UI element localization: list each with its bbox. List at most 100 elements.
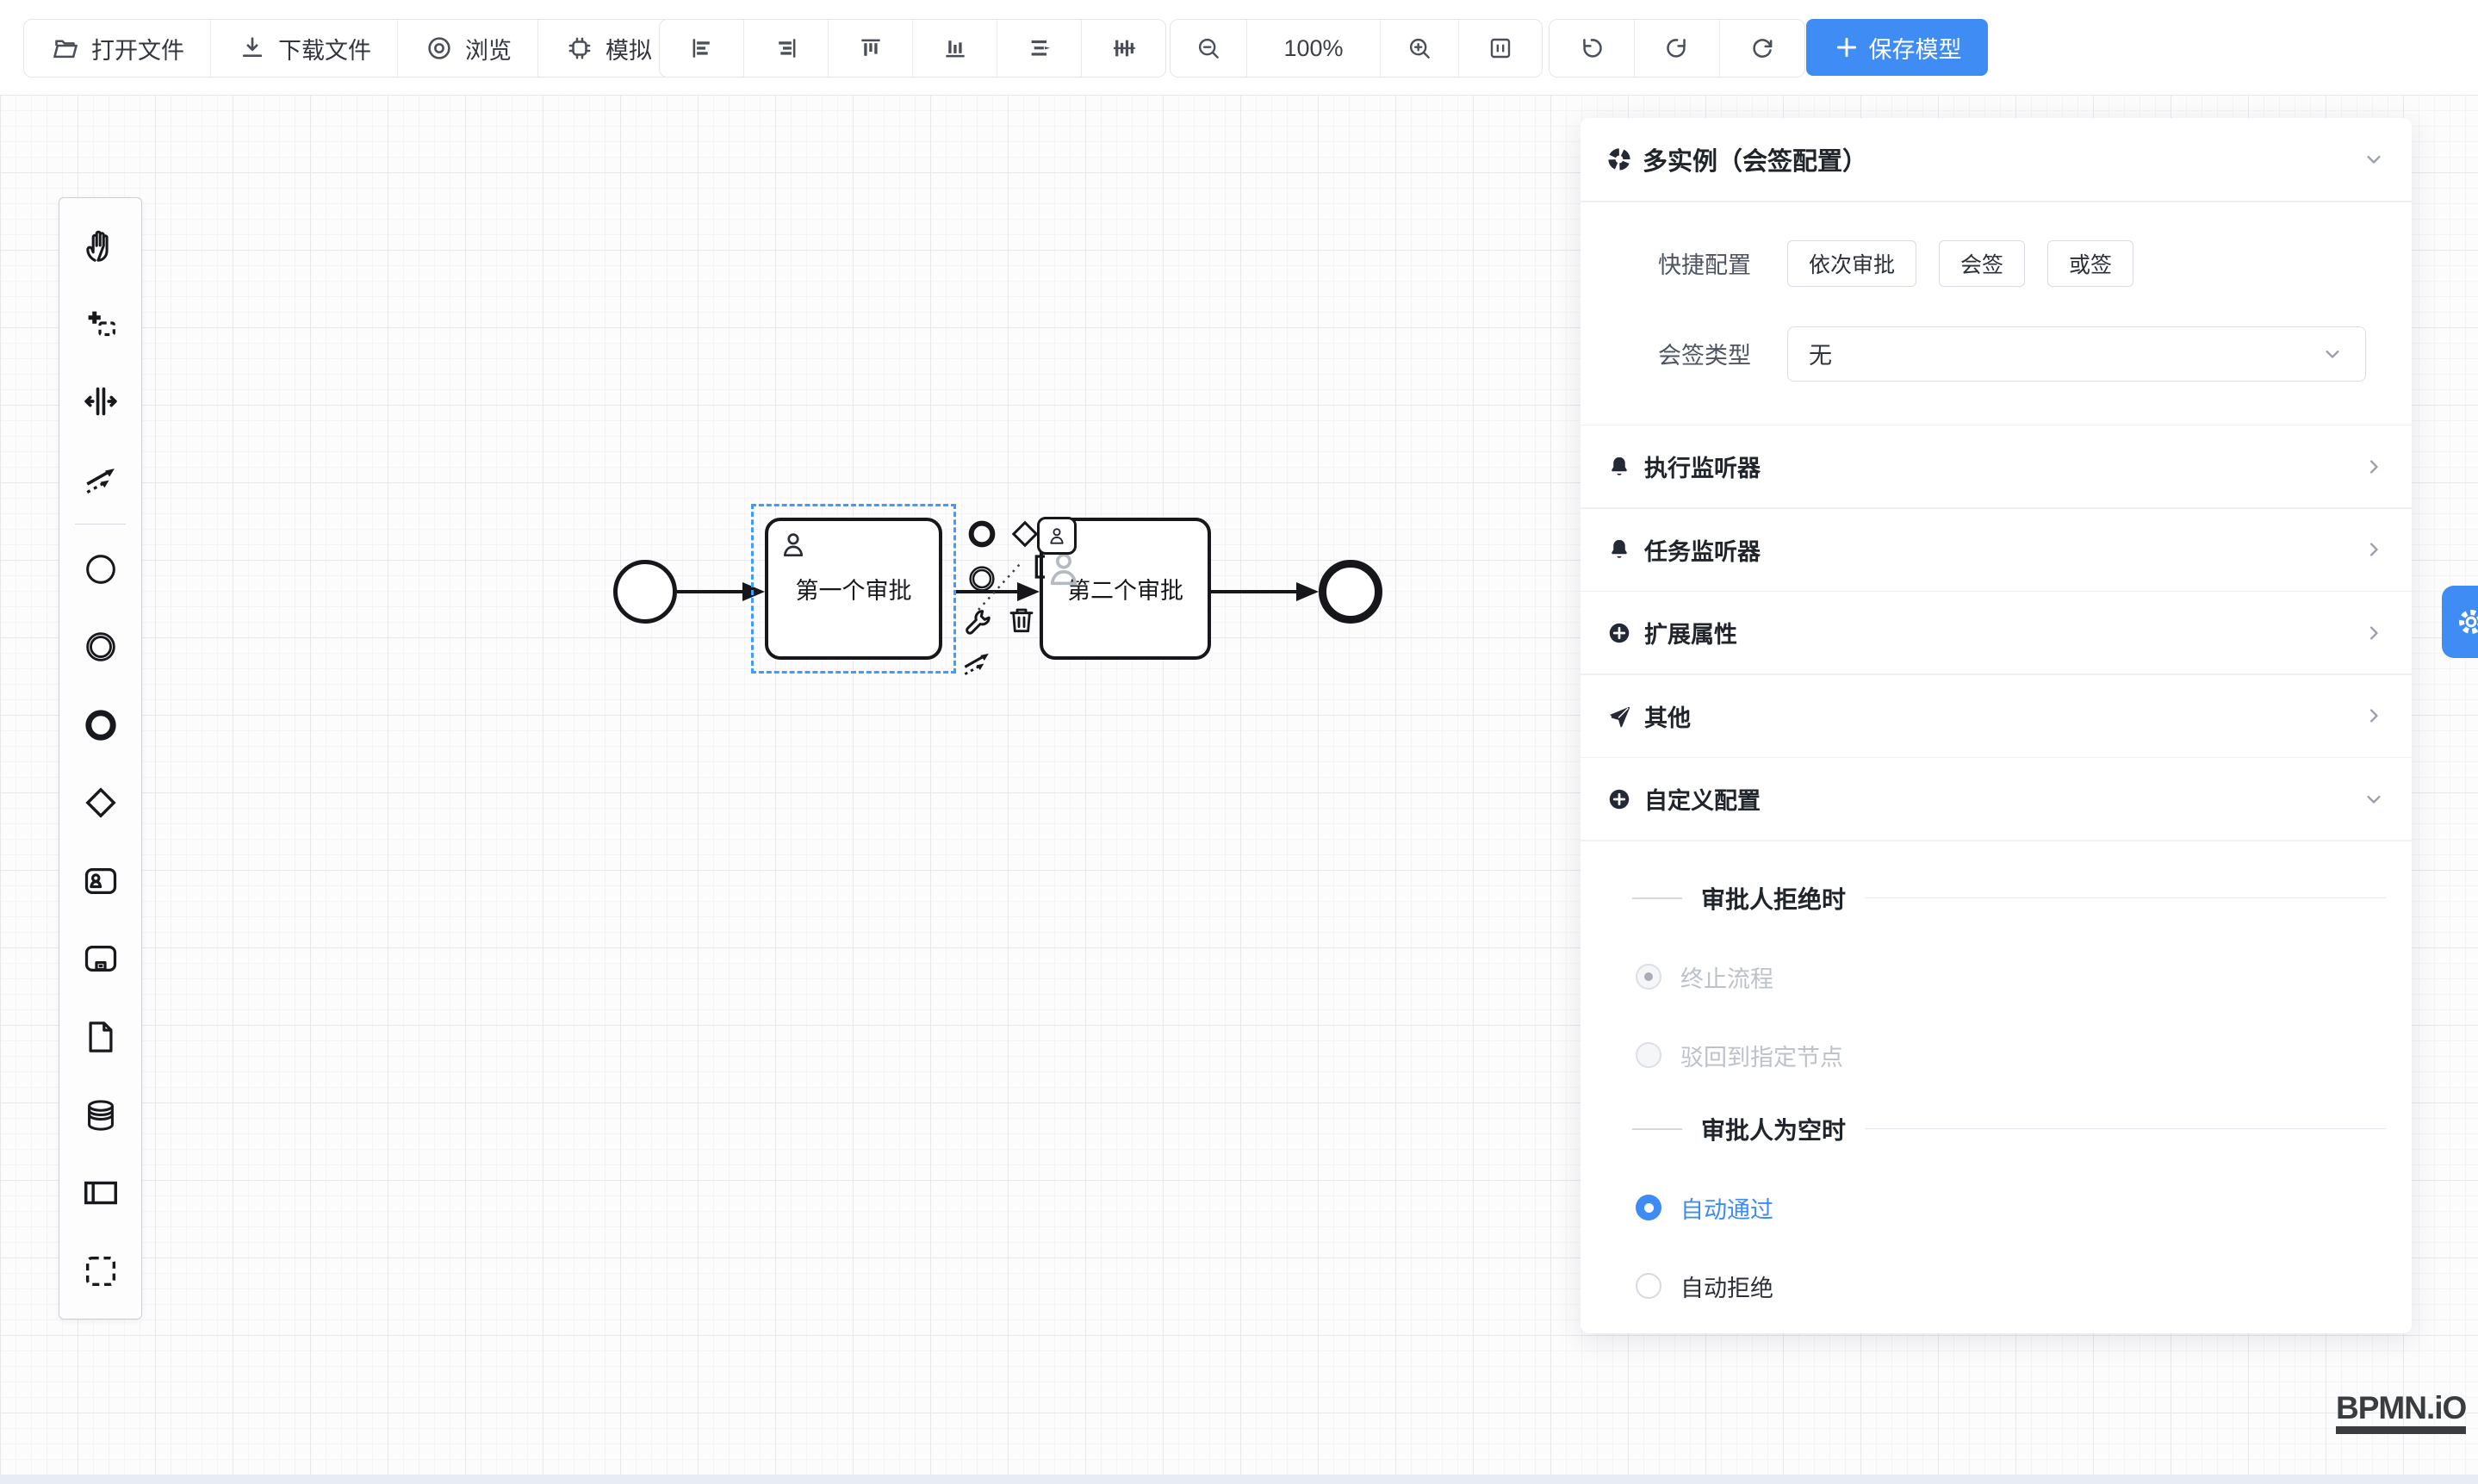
countersign-type-select[interactable]: 无 [1787, 326, 2366, 382]
properties-panel: 多实例（会签配置） 快捷配置 依次审批 会签 或签 会签类型 无 执行监听器 [1581, 118, 2412, 1333]
file-button-group: 打开文件 下载文件 浏览 模拟 [23, 19, 679, 78]
divider [1581, 840, 2412, 841]
quick-option-orsign-button[interactable]: 或签 [2047, 240, 2133, 287]
chevron-right-icon [2362, 704, 2386, 728]
section-other[interactable]: 其他 [1581, 675, 2412, 757]
bell-icon [1606, 537, 1632, 562]
align-center-horizontal-button[interactable] [997, 20, 1081, 77]
space-tool-icon [81, 382, 121, 421]
dash [1632, 1128, 1682, 1130]
start-event-icon [81, 550, 121, 589]
line [1865, 897, 2386, 899]
download-icon [237, 33, 268, 64]
countersign-type-row: 会签类型 无 [1581, 326, 2412, 382]
radio-auto-reject[interactable]: 自动拒绝 [1636, 1270, 2412, 1303]
create-participant-pool[interactable] [59, 1154, 141, 1233]
create-user-task[interactable] [59, 842, 141, 921]
chevron-down-icon[interactable] [2362, 147, 2386, 171]
zoom-in-button[interactable] [1380, 20, 1458, 77]
lasso-icon [81, 304, 121, 344]
settings-tab[interactable] [2442, 586, 2478, 658]
zoom-button-group: 100% [1170, 19, 1543, 78]
create-end-event[interactable] [59, 686, 141, 764]
append-user-task-badge[interactable] [1037, 517, 1077, 555]
open-file-button[interactable]: 打开文件 [24, 20, 210, 77]
create-data-object[interactable] [59, 998, 141, 1077]
radio-auto-pass[interactable]: 自动通过 [1636, 1191, 2412, 1225]
create-gateway[interactable] [59, 764, 141, 842]
align-left-button[interactable] [660, 20, 743, 77]
global-connect-tool[interactable] [59, 441, 141, 519]
download-file-button[interactable]: 下载文件 [210, 20, 397, 77]
space-tool[interactable] [59, 363, 141, 441]
intermediate-event-icon [965, 562, 999, 596]
section-extended-properties[interactable]: 扩展属性 [1581, 592, 2412, 674]
create-data-store[interactable] [59, 1076, 141, 1154]
zoom-out-icon [1195, 34, 1222, 62]
section-task-listener[interactable]: 任务监听器 [1581, 509, 2412, 591]
append-end-event-icon[interactable] [963, 515, 1001, 553]
section-label: 其他 [1644, 699, 2350, 733]
radio-circle [1636, 1273, 1661, 1299]
panel-header[interactable]: 多实例（会签配置） [1581, 118, 2412, 201]
start-event-node[interactable] [613, 560, 677, 624]
eye-icon [424, 33, 455, 64]
fit-viewport-button[interactable] [1458, 20, 1542, 77]
align-bottom-button[interactable] [912, 20, 997, 77]
align-left-icon [688, 34, 716, 62]
multi-instance-icon [1606, 146, 1632, 172]
save-model-button[interactable]: 保存模型 [1806, 19, 1988, 76]
bell-icon [1606, 454, 1632, 480]
refresh-button[interactable] [1719, 20, 1804, 77]
zoom-level-indicator[interactable]: 100% [1246, 20, 1380, 77]
quick-option-sequential-button[interactable]: 依次审批 [1787, 240, 1916, 287]
task-node-first-approval[interactable]: 第一个审批 [765, 518, 942, 660]
preview-button[interactable]: 浏览 [397, 20, 537, 77]
change-type-wrench-icon[interactable] [960, 603, 997, 641]
plus-circle-icon [1606, 786, 1632, 812]
reject-section-heading: 审批人拒绝时 [1632, 881, 2386, 916]
end-event-node[interactable] [1319, 560, 1382, 624]
end-event-icon [81, 705, 121, 745]
radio-label: 终止流程 [1680, 960, 1773, 994]
chip-icon [564, 33, 595, 64]
preview-label: 浏览 [465, 32, 512, 65]
wrench-icon [961, 605, 996, 639]
create-start-event[interactable] [59, 530, 141, 608]
section-label: 任务监听器 [1644, 533, 2350, 567]
align-bottom-icon [941, 34, 969, 62]
gateway-icon [81, 783, 121, 823]
align-top-button[interactable] [828, 20, 912, 77]
radio-return-to-node[interactable]: 驳回到指定节点 [1636, 1039, 2412, 1072]
simulate-button[interactable]: 模拟 [537, 20, 678, 77]
user-icon [777, 528, 810, 561]
create-subprocess[interactable] [59, 920, 141, 998]
redo-button[interactable] [1634, 20, 1719, 77]
section-custom-config[interactable]: 自定义配置 [1581, 758, 2412, 840]
append-intermediate-event-icon[interactable] [963, 560, 1001, 598]
section-execution-listener[interactable]: 执行监听器 [1581, 425, 2412, 507]
create-intermediate-event[interactable] [59, 608, 141, 686]
create-group[interactable] [59, 1233, 141, 1311]
radio-circle [1636, 964, 1661, 990]
open-file-label: 打开文件 [91, 32, 184, 65]
redo-icon [1663, 34, 1691, 62]
connect-flow-icon[interactable] [958, 644, 996, 682]
bpmn-io-logo[interactable]: BPMN.iO [2336, 1392, 2466, 1434]
undo-button[interactable] [1550, 20, 1634, 77]
radio-terminate-process[interactable]: 终止流程 [1636, 960, 2412, 994]
radio-circle-checked [1636, 1195, 1661, 1220]
quick-option-countersign-button[interactable]: 会签 [1939, 240, 2025, 287]
radio-label: 自动通过 [1680, 1191, 1773, 1225]
align-right-button[interactable] [743, 20, 828, 77]
delete-trash-icon[interactable] [1003, 601, 1040, 639]
zoom-out-button[interactable] [1171, 20, 1246, 77]
folder-open-icon [50, 33, 81, 64]
intermediate-event-icon [81, 627, 121, 667]
align-top-icon [857, 34, 885, 62]
lasso-tool[interactable] [59, 285, 141, 363]
hand-tool[interactable] [59, 207, 141, 285]
connect-arrows-icon [81, 460, 121, 500]
bottom-scrollbar-strip[interactable] [0, 1475, 2478, 1484]
align-center-vertical-button[interactable] [1081, 20, 1165, 77]
